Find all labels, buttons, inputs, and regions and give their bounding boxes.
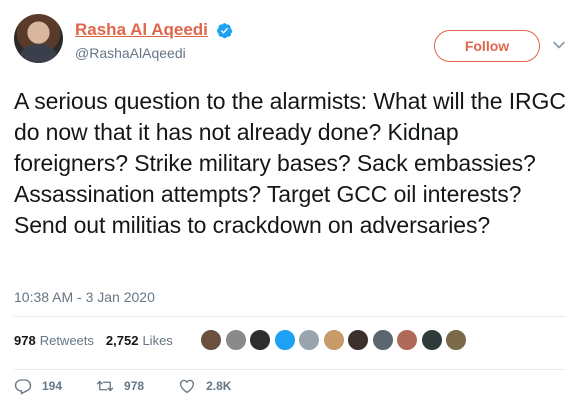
like-button[interactable]: 2.8K <box>178 377 231 395</box>
retweet-count: 978 <box>124 379 145 393</box>
liker-avatar[interactable] <box>200 329 222 351</box>
retweet-button[interactable]: 978 <box>96 377 144 395</box>
tweet-actions: 194 978 2.8K <box>14 377 265 395</box>
like-count: 2.8K <box>206 379 232 393</box>
likes-stat[interactable]: 2,752 Likes <box>106 333 173 348</box>
liker-avatar[interactable] <box>322 329 345 351</box>
heart-icon <box>180 379 195 394</box>
tweet-stats: 978 Retweets 2,752 Likes <box>14 333 185 348</box>
tweet-timestamp[interactable]: 10:38 AM - 3 Jan 2020 <box>14 289 155 305</box>
liker-avatar[interactable] <box>298 329 320 351</box>
likes-label: Likes <box>142 333 173 348</box>
liker-avatar[interactable] <box>249 329 271 351</box>
divider <box>14 316 566 317</box>
follow-button[interactable]: Follow <box>434 30 540 62</box>
liker-avatar[interactable] <box>273 329 296 351</box>
tweet-text: A serious question to the alarmists: Wha… <box>14 88 566 238</box>
retweets-label: Retweets <box>39 333 94 348</box>
reply-count: 194 <box>42 379 63 393</box>
avatar[interactable] <box>14 14 63 63</box>
liker-avatar[interactable] <box>224 329 247 351</box>
verified-badge-icon <box>217 22 233 38</box>
reply-icon <box>14 379 32 395</box>
retweets-count: 978 <box>14 333 36 348</box>
liker-avatar[interactable] <box>371 329 394 351</box>
divider <box>14 369 566 370</box>
tweet-header: Rasha Al Aqeedi @RashaAlAqeedi Follow <box>14 14 566 70</box>
retweet-icon <box>96 380 114 392</box>
liker-avatar[interactable] <box>396 329 418 351</box>
liker-avatar[interactable] <box>420 329 443 351</box>
retweets-stat[interactable]: 978 Retweets <box>14 333 94 348</box>
reply-button[interactable]: 194 <box>14 377 62 395</box>
liker-avatar[interactable] <box>445 329 467 351</box>
user-name-block: Rasha Al Aqeedi @RashaAlAqeedi <box>75 20 233 61</box>
user-handle[interactable]: @RashaAlAqeedi <box>75 45 233 61</box>
liker-avatars <box>200 329 470 351</box>
chevron-down-icon[interactable] <box>552 38 566 52</box>
display-name[interactable]: Rasha Al Aqeedi <box>75 20 208 40</box>
likes-count: 2,752 <box>105 333 139 348</box>
liker-avatar[interactable] <box>347 329 369 351</box>
